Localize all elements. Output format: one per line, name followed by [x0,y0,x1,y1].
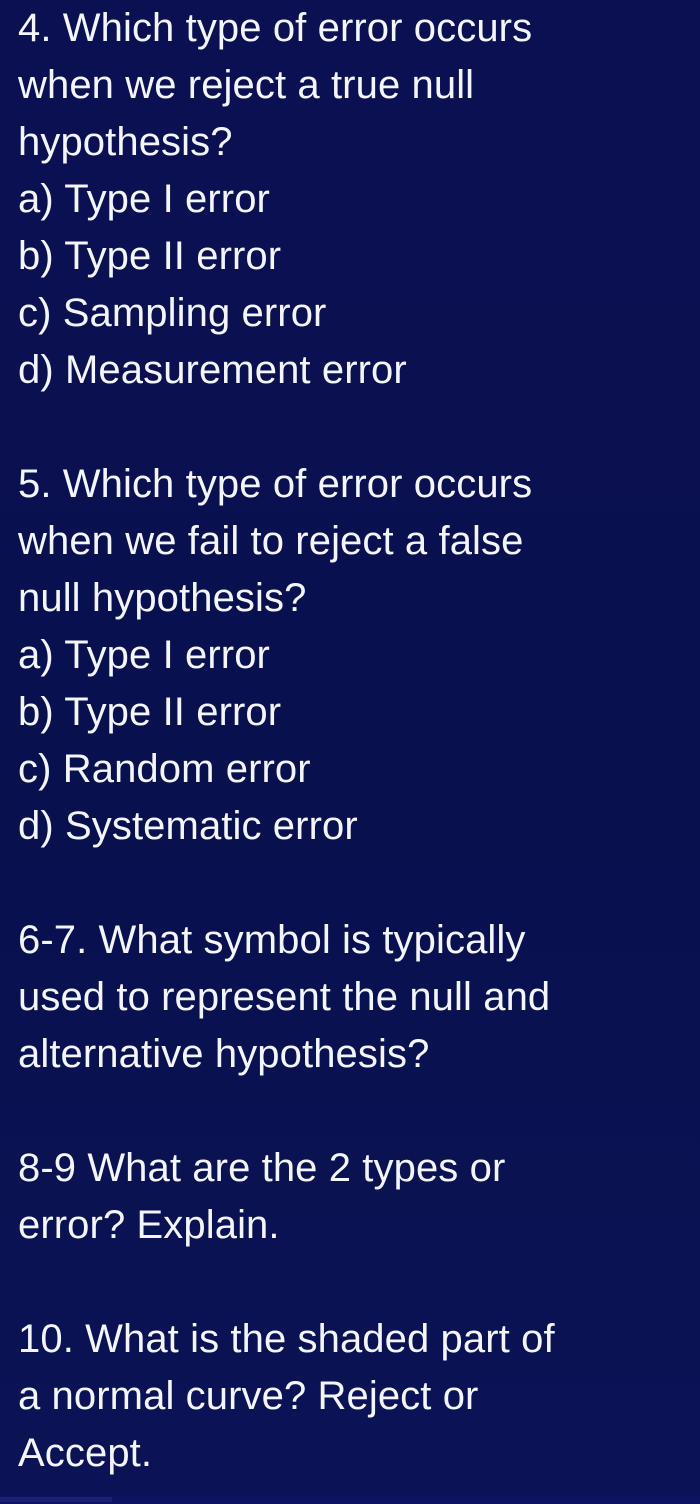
question-6-7-prompt-line-3: alternative hypothesis? [18,1032,430,1076]
block-spacer-3 [18,1083,700,1140]
question-10-prompt-line-2: a normal curve? Reject or [18,1374,479,1418]
question-5-prompt-line-3: null hypothesis? [18,576,307,620]
question-5-prompt-line-1: 5. Which type of error occurs [18,462,533,506]
question-10-prompt-line-1: 10. What is the shaded part of [18,1317,555,1361]
question-5-prompt-line-2: when we fail to reject a false [18,519,524,563]
question-8-9-prompt-line-2: error? Explain. [18,1203,280,1247]
question-block-5: 5. Which type of error occurs when we fa… [18,456,700,855]
bottom-band-highlight [0,1497,112,1502]
question-5-option-b[interactable]: b) Type II error [18,684,700,741]
question-4-option-d[interactable]: d) Measurement error [18,342,700,399]
question-5-option-c[interactable]: c) Random error [18,741,700,798]
quiz-screen: 4. Which type of error occurs when we re… [0,0,700,1504]
question-10-prompt-line-3: Accept. [18,1431,153,1475]
block-spacer-1 [18,399,700,456]
question-block-10: 10. What is the shaded part of a normal … [18,1311,700,1482]
question-4-prompt-line-2: when we reject a true null [18,63,475,107]
question-5-option-d[interactable]: d) Systematic error [18,798,700,855]
question-6-7-prompt-line-1: 6-7. What symbol is typically [18,918,526,962]
block-spacer-2 [18,855,700,912]
questions-container: 4. Which type of error occurs when we re… [0,0,700,1482]
question-block-8-9: 8-9 What are the 2 types or error? Expla… [18,1140,700,1254]
block-spacer-4 [18,1254,700,1311]
question-4-prompt-line-3: hypothesis? [18,120,233,164]
question-4-option-a[interactable]: a) Type I error [18,171,700,228]
question-5-option-a[interactable]: a) Type I error [18,627,700,684]
question-6-7-prompt-line-2: used to represent the null and [18,975,551,1019]
question-4-option-b[interactable]: b) Type II error [18,228,700,285]
question-block-6-7: 6-7. What symbol is typically used to re… [18,912,700,1083]
question-4-option-c[interactable]: c) Sampling error [18,285,700,342]
question-8-9-prompt-line-1: 8-9 What are the 2 types or [18,1146,506,1190]
question-block-4: 4. Which type of error occurs when we re… [18,0,700,399]
question-4-prompt-line-1: 4. Which type of error occurs [18,6,533,50]
